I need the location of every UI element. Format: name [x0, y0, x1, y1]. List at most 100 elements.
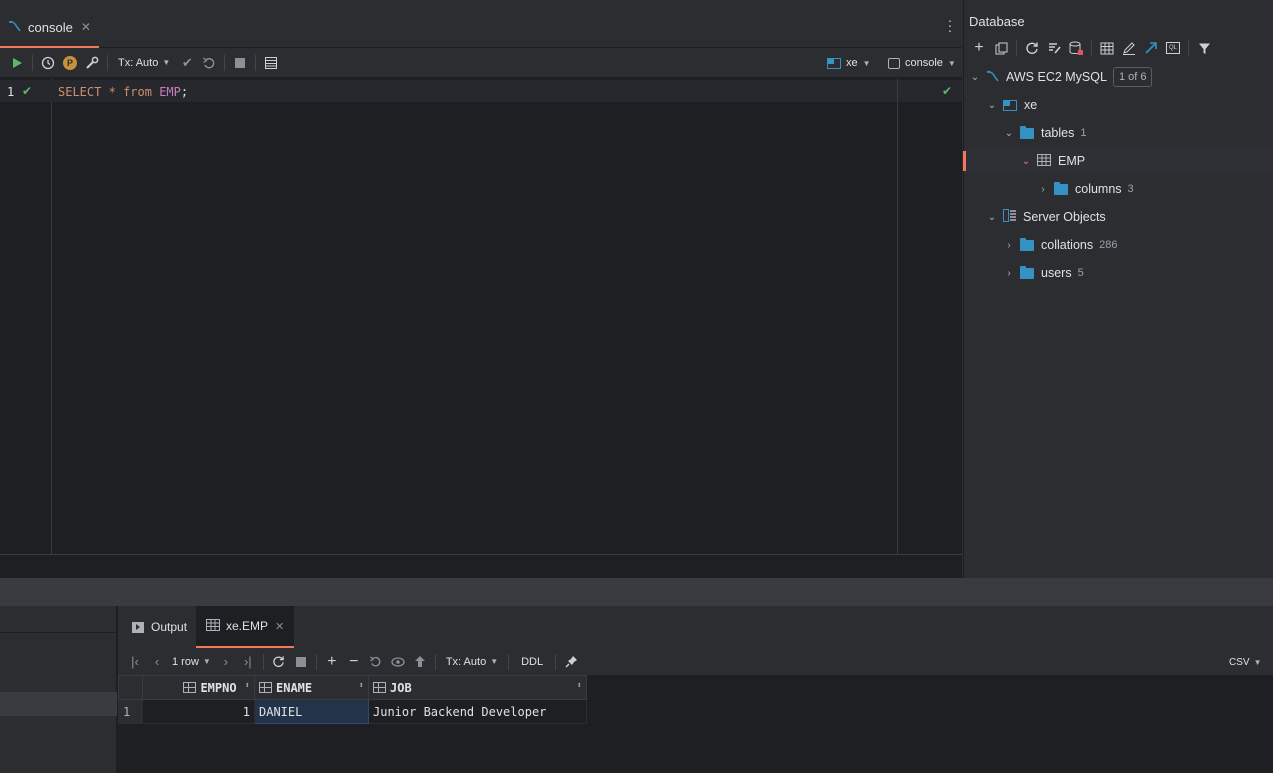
line-number: 1: [7, 85, 15, 99]
first-page-icon[interactable]: |‹: [124, 651, 146, 673]
tab-result-xe-emp[interactable]: xe.EMP ✕: [196, 606, 295, 648]
last-page-icon[interactable]: ›|: [237, 651, 259, 673]
chevron-down-icon[interactable]: ⌄: [968, 72, 982, 83]
query-console-icon[interactable]: QL: [1162, 37, 1184, 59]
toolbar-divider: [1188, 40, 1189, 56]
schema-selector[interactable]: xe ▼: [827, 55, 871, 71]
chevron-down-icon[interactable]: ⌄: [985, 100, 999, 111]
result-layout-icon[interactable]: [260, 52, 282, 74]
close-icon[interactable]: ✕: [81, 20, 91, 34]
column-icon: [373, 681, 386, 693]
next-page-icon[interactable]: ›: [215, 651, 237, 673]
pin-icon[interactable]: [560, 651, 582, 673]
toolbar-divider: [555, 653, 557, 670]
users-count: 5: [1077, 267, 1084, 279]
services-header-bar: [0, 578, 1273, 606]
edit-pencil-icon[interactable]: [1118, 37, 1140, 59]
reload-icon[interactable]: [268, 651, 290, 673]
sql-statement[interactable]: SELECT * from EMP;: [58, 84, 188, 100]
column-header-empno[interactable]: ⬍ EMPNO: [142, 675, 255, 700]
tree-server-objects[interactable]: ⌄ Server Objects: [985, 203, 1106, 231]
tree-tables-folder[interactable]: ⌄ tables 1: [1002, 119, 1086, 147]
preview-changes-icon[interactable]: [387, 651, 409, 673]
submit-up-icon[interactable]: [409, 651, 431, 673]
toolbar-divider: [224, 54, 226, 71]
table-row[interactable]: 1 1 DANIEL Junior Backend Developer: [118, 699, 587, 724]
cell-ename[interactable]: DANIEL: [254, 699, 369, 724]
database-panel-title: Database: [969, 14, 1025, 29]
session-label: console: [905, 57, 943, 69]
sort-icon[interactable]: ⬍: [577, 681, 582, 691]
cell-empno[interactable]: 1: [142, 699, 255, 724]
tx-mode-dropdown[interactable]: Tx: Auto ▼: [440, 656, 504, 668]
session-selector[interactable]: console ▼: [888, 55, 956, 71]
tree-schema-xe[interactable]: ⌄ xe: [985, 91, 1037, 119]
datasource-count-badge[interactable]: 1 of 6: [1112, 67, 1153, 87]
more-options-icon[interactable]: · · ·: [944, 13, 956, 37]
sql-keyword-from: from: [123, 85, 152, 99]
duplicate-icon[interactable]: [990, 37, 1012, 59]
filter-icon[interactable]: [1193, 37, 1215, 59]
revert-icon[interactable]: [365, 651, 387, 673]
toolbar-divider: [1091, 40, 1092, 56]
users-label: users: [1041, 266, 1072, 280]
close-icon[interactable]: ✕: [275, 620, 284, 633]
settings-wrench-icon[interactable]: [81, 52, 103, 74]
sql-space: [152, 85, 159, 99]
sql-space: [116, 85, 123, 99]
commit-check-icon[interactable]: ✔: [176, 52, 198, 74]
chevron-right-icon[interactable]: ›: [1002, 268, 1016, 279]
tree-table-emp[interactable]: ⌄ EMP: [1019, 147, 1085, 175]
ddl-button[interactable]: DDL: [513, 656, 551, 668]
chevron-down-icon: ▼: [162, 58, 171, 67]
cell-job[interactable]: Junior Backend Developer: [368, 699, 587, 724]
previous-page-icon[interactable]: ‹: [146, 651, 168, 673]
datasource-properties-icon[interactable]: [1065, 37, 1087, 59]
export-format-dropdown[interactable]: CSV ▼: [1229, 655, 1261, 669]
history-icon[interactable]: [37, 52, 59, 74]
line-gutter: [0, 79, 52, 554]
table-name: EMP: [1058, 154, 1086, 168]
chevron-right-icon[interactable]: ›: [1002, 240, 1016, 251]
column-header-job[interactable]: JOB ⬍: [368, 675, 587, 700]
tree-columns-folder[interactable]: › columns 3: [1036, 175, 1134, 203]
add-row-icon[interactable]: +: [321, 651, 343, 673]
parameters-icon[interactable]: P: [59, 52, 81, 74]
chevron-right-icon[interactable]: ›: [1036, 184, 1050, 195]
services-tree-selected-item[interactable]: [0, 692, 117, 716]
chevron-down-icon[interactable]: ⌄: [985, 212, 999, 223]
run-icon[interactable]: [6, 52, 28, 74]
code-editor[interactable]: [52, 79, 897, 554]
table-icon: [206, 618, 220, 634]
refresh-icon[interactable]: [1021, 37, 1043, 59]
grid-header-row: ⬍ EMPNO ENAME ⬍ JOB ⬍: [118, 675, 587, 700]
tab-console[interactable]: console ✕: [0, 8, 99, 48]
table-view-icon[interactable]: [1096, 37, 1118, 59]
rollback-icon[interactable]: [198, 52, 220, 74]
stop-icon[interactable]: [290, 651, 312, 673]
tree-datasource[interactable]: ⌄ AWS EC2 MySQL 1 of 6: [968, 63, 1153, 91]
add-icon[interactable]: +: [968, 37, 990, 59]
tx-mode-dropdown[interactable]: Tx: Auto ▼: [112, 57, 176, 69]
server-objects-label: Server Objects: [1023, 210, 1106, 224]
delete-row-icon[interactable]: −: [343, 651, 365, 673]
row-number-header: [118, 675, 143, 700]
statement-ok-icon: ✔: [22, 84, 33, 98]
sort-icon[interactable]: ⬍: [359, 681, 364, 691]
column-header-label: EMPNO: [200, 680, 237, 695]
column-header-ename[interactable]: ENAME ⬍: [254, 675, 369, 700]
chevron-down-icon[interactable]: ⌄: [1002, 128, 1016, 139]
tree-collations-folder[interactable]: › collations 286: [1002, 231, 1117, 259]
tab-output[interactable]: Output: [130, 612, 189, 642]
tx-mode-label: Tx: Auto: [445, 655, 487, 668]
tree-users-folder[interactable]: › users 5: [1002, 259, 1084, 287]
jump-to-console-icon[interactable]: [1140, 37, 1162, 59]
chevron-down-icon[interactable]: ⌄: [1019, 156, 1033, 167]
sort-icon[interactable]: ⬍: [245, 681, 250, 691]
stop-icon[interactable]: [229, 52, 251, 74]
selection-marker: [963, 151, 966, 171]
schema-sync-icon[interactable]: [1043, 37, 1065, 59]
row-count-dropdown[interactable]: 1 row ▼: [168, 656, 215, 668]
schema-icon: [827, 57, 841, 69]
no-problems-check-icon: ✔: [942, 84, 953, 98]
